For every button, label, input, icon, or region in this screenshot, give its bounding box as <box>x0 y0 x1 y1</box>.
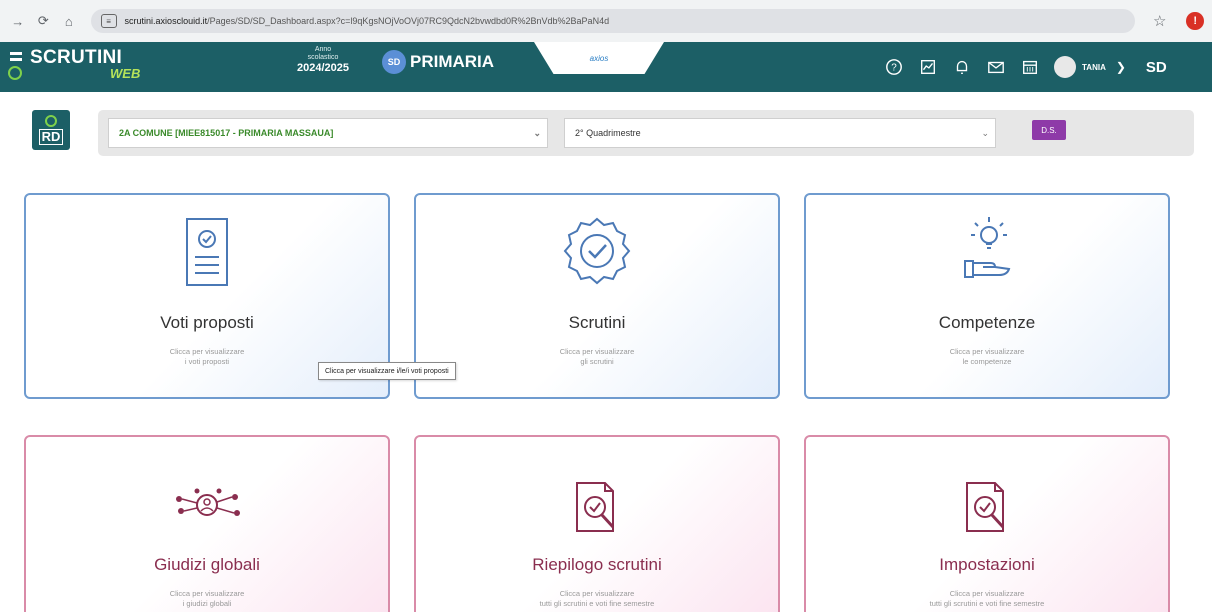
rd-logo[interactable]: RD <box>32 110 70 150</box>
card-title: Competenze <box>938 313 1036 332</box>
year-value: 2024/2025 <box>297 62 349 74</box>
svg-text:?: ? <box>891 63 897 74</box>
card-title: Impostazioni <box>939 555 1035 574</box>
lightbulb-hand-icon <box>964 217 1011 278</box>
chevron-down-icon: ⌄ <box>981 128 989 138</box>
chart-icon[interactable] <box>918 57 938 77</box>
card-scrutini[interactable]: Scrutini Clicca per visualizzare gli scr… <box>414 193 780 399</box>
level-text: PRIMARIA <box>410 52 495 71</box>
card-competenze[interactable]: Competenze Clicca per visualizzare le co… <box>804 193 1170 399</box>
site-settings-icon[interactable]: ≡ <box>100 14 117 28</box>
year-label-2: scolastico <box>307 54 339 61</box>
card-title: Scrutini <box>568 313 626 332</box>
avatar[interactable] <box>1054 56 1076 78</box>
chevron-down-icon[interactable]: ❯ <box>1116 60 1126 74</box>
filter-bar: 2A COMUNE [MIEE815017 - PRIMARIA MASSAUA… <box>98 110 1194 156</box>
card-sub-line1: Clicca per visualizzare <box>559 347 635 356</box>
user-name[interactable]: TANIA <box>1082 63 1106 72</box>
badge-check-icon <box>563 217 631 285</box>
card-giudizi-globali[interactable]: Giudizi globali Clicca per visualizzare … <box>24 435 390 612</box>
network-user-icon <box>176 488 240 516</box>
school-level: SD PRIMARIA <box>382 50 494 74</box>
sd-label[interactable]: SD <box>1146 59 1167 76</box>
class-select[interactable]: 2A COMUNE [MIEE815017 - PRIMARIA MASSAUA… <box>108 118 548 148</box>
class-select-value: 2A COMUNE [MIEE815017 - PRIMARIA MASSAUA… <box>119 128 334 138</box>
logo-text: SCRUTINI <box>30 47 123 68</box>
card-title: Riepilogo scrutini <box>532 555 662 574</box>
home-icon[interactable]: ⌂ <box>59 11 79 31</box>
card-subtitle: Clicca per visualizzare tutti gli scruti… <box>416 589 778 609</box>
mail-icon[interactable] <box>986 57 1006 77</box>
brand-logo: axios <box>589 53 609 63</box>
card-sub-line1: Clicca per visualizzare <box>949 589 1025 598</box>
scrutini-logo[interactable]: SCRUTINI <box>8 48 122 82</box>
card-riepilogo-scrutini[interactable]: Riepilogo scrutini Clicca per visualizza… <box>414 435 780 612</box>
card-title: Giudizi globali <box>154 555 260 574</box>
card-sub-line2: le competenze <box>962 357 1012 366</box>
card-sub-line1: Clicca per visualizzare <box>949 347 1025 356</box>
reload-icon[interactable]: ⟳ <box>34 11 54 31</box>
header-toolbar: ? TANIA ❯ SD <box>884 56 1167 78</box>
logo-web-text: WEB <box>110 66 141 81</box>
card-sub-line2: gli scrutini <box>580 357 614 366</box>
card-sub-line2: tutti gli scrutini e voti fine semestre <box>539 599 655 608</box>
logo-mark-icon <box>8 48 30 82</box>
document-search-icon <box>966 482 1005 532</box>
url-domain: scrutini.axiosclouid.it <box>124 16 208 26</box>
card-sub-line1: Clicca per visualizzare <box>169 347 245 356</box>
document-check-icon <box>186 218 228 286</box>
year-label-1: Anno <box>314 46 332 53</box>
period-select[interactable]: 2° Quadrimestre ⌄ <box>564 118 996 148</box>
period-select-value: 2° Quadrimestre <box>575 128 641 138</box>
card-subtitle: Clicca per visualizzare le competenze <box>806 347 1168 367</box>
axios-brand-tab[interactable]: axios <box>534 42 664 74</box>
browser-toolbar: → ⟳ ⌂ ≡ scrutini.axiosclouid.it /Pages/S… <box>0 0 1212 42</box>
card-sub-line2: i giudizi globali <box>182 599 232 608</box>
browser-profile-icon[interactable]: ! <box>1186 12 1204 30</box>
bell-icon[interactable] <box>952 57 972 77</box>
url-path: /Pages/SD/SD_Dashboard.aspx?c=l9qKgsNOjV… <box>207 16 610 26</box>
tooltip: Clicca per visualizzare i/le/i voti prop… <box>318 362 456 380</box>
chevron-down-icon: ⌄ <box>533 128 541 138</box>
card-subtitle: Clicca per visualizzare tutti gli scruti… <box>806 589 1168 609</box>
bookmark-star-icon[interactable]: ☆ <box>1153 12 1166 30</box>
card-subtitle: Clicca per visualizzare gli scrutini <box>416 347 778 367</box>
sd-badge: SD <box>382 50 406 74</box>
document-search-icon <box>576 482 615 532</box>
card-subtitle: Clicca per visualizzare i giudizi global… <box>26 589 388 609</box>
address-bar[interactable]: ≡ scrutini.axiosclouid.it /Pages/SD/SD_D… <box>90 9 1135 33</box>
help-icon[interactable]: ? <box>884 57 904 77</box>
forward-icon[interactable]: → <box>8 11 28 31</box>
school-year: Anno scolastico 2024/2025 <box>288 46 358 74</box>
rd-check-icon <box>45 115 57 127</box>
rd-logo-text: RD <box>38 129 64 145</box>
card-sub-line1: Clicca per visualizzare <box>169 589 245 598</box>
card-impostazioni[interactable]: Impostazioni Clicca per visualizzare tut… <box>804 435 1170 612</box>
card-title: Voti proposti <box>160 313 254 332</box>
calendar-icon[interactable] <box>1020 57 1040 77</box>
card-sub-line1: Clicca per visualizzare <box>559 589 635 598</box>
app-header: SCRUTINI WEB Anno scolastico 2024/2025 S… <box>0 42 1212 92</box>
ds-button[interactable]: D.S. <box>1032 120 1066 140</box>
card-sub-line2: tutti gli scrutini e voti fine semestre <box>929 599 1045 608</box>
